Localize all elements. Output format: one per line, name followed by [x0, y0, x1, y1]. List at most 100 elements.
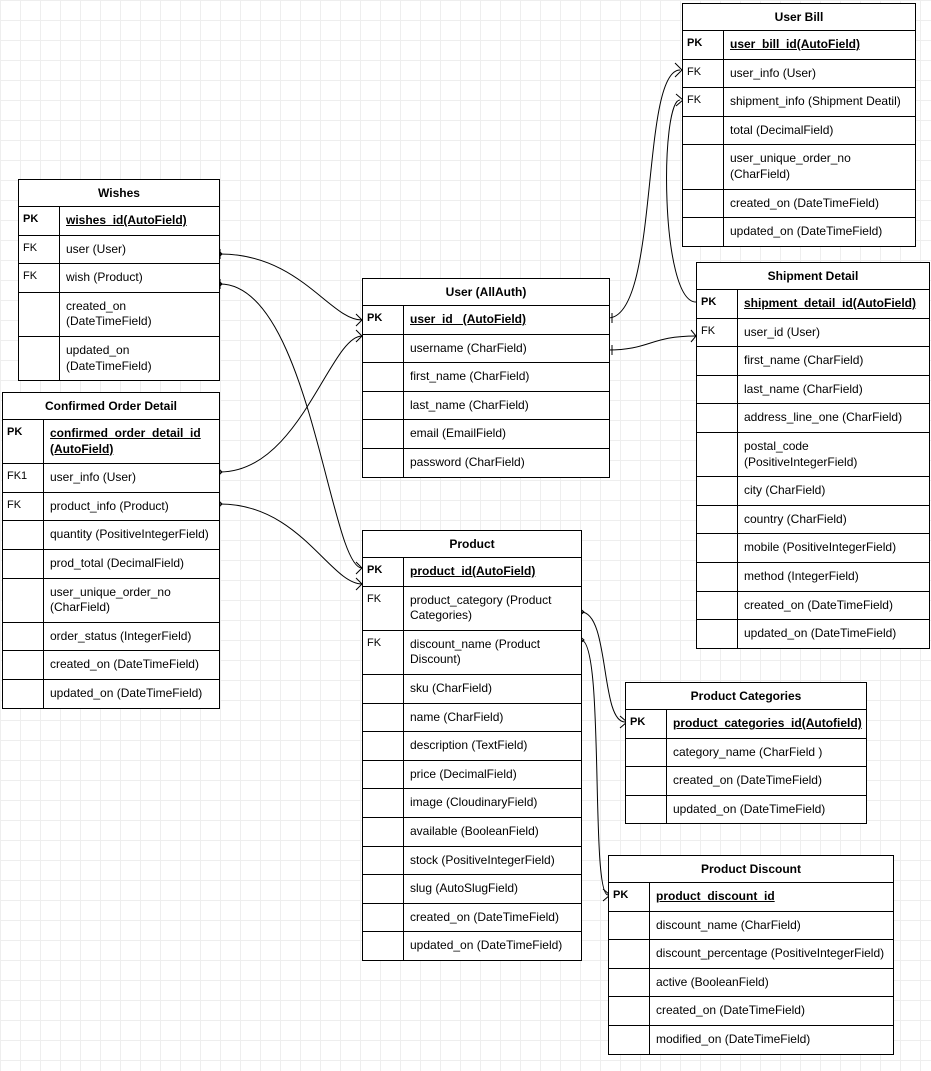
entity-row: created_on (DateTimeField): [3, 651, 219, 680]
key-cell: [363, 732, 404, 760]
entity-confirmed-order-detail: Confirmed Order Detail PKconfirmed_order…: [2, 392, 220, 709]
entity-row: active (BooleanField): [609, 969, 893, 998]
entity-row: updated_on (DateTimeField): [626, 796, 866, 824]
field-cell: user_unique_order_no (CharField): [724, 145, 915, 188]
key-cell: [3, 550, 44, 578]
entity-row: sku (CharField): [363, 675, 581, 704]
field-cell: slug (AutoSlugField): [404, 875, 581, 903]
entity-row: address_line_one (CharField): [697, 404, 929, 433]
entity-row: PKuser_bill_id(AutoField): [683, 31, 915, 60]
key-cell: [697, 620, 738, 648]
field-cell: quantity (PositiveIntegerField): [44, 521, 219, 549]
entity-row: email (EmailField): [363, 420, 609, 449]
field-cell: user_unique_order_no (CharField): [44, 579, 219, 622]
entity-row: updated_on (DateTimeField): [19, 337, 219, 380]
entity-row: total (DecimalField): [683, 117, 915, 146]
entity-row: FKuser_id (User): [697, 319, 929, 348]
key-cell: PK: [363, 306, 404, 334]
field-cell: created_on (DateTimeField): [650, 997, 893, 1025]
field-cell: created_on (DateTimeField): [44, 651, 219, 679]
entity-title: Product: [363, 531, 581, 558]
entity-row: available (BooleanField): [363, 818, 581, 847]
field-cell: prod_total (DecimalField): [44, 550, 219, 578]
entity-row: FKproduct_category (Product Categories): [363, 587, 581, 631]
entity-row: discount_name (CharField): [609, 912, 893, 941]
field-cell: product_categories_id(Autofield): [667, 710, 868, 738]
entity-shipment-detail: Shipment Detail PKshipment_detail_id(Aut…: [696, 262, 930, 649]
field-cell: available (BooleanField): [404, 818, 581, 846]
field-cell: created_on (DateTimeField): [738, 592, 929, 620]
key-cell: [363, 704, 404, 732]
field-cell: email (EmailField): [404, 420, 609, 448]
key-cell: [697, 404, 738, 432]
entity-row: PKconfirmed_order_detail_id (AutoField): [3, 420, 219, 464]
entity-row: order_status (IntegerField): [3, 623, 219, 652]
entity-row: price (DecimalField): [363, 761, 581, 790]
field-cell: name (CharField): [404, 704, 581, 732]
field-cell: wishes_id(AutoField): [60, 207, 219, 235]
field-cell: description (TextField): [404, 732, 581, 760]
field-cell: user_id (User): [738, 319, 929, 347]
entity-row: FKshipment_info (Shipment Deatil): [683, 88, 915, 117]
key-cell: PK: [626, 710, 667, 738]
key-cell: [683, 145, 724, 188]
entity-row: modified_on (DateTimeField): [609, 1026, 893, 1054]
entity-row: created_on (DateTimeField): [683, 190, 915, 219]
entity-row: country (CharField): [697, 506, 929, 535]
field-cell: updated_on (DateTimeField): [404, 932, 581, 960]
key-cell: [626, 767, 667, 795]
field-cell: stock (PositiveIntegerField): [404, 847, 581, 875]
key-cell: [609, 912, 650, 940]
entity-rows: PKproduct_id(AutoField)FKproduct_categor…: [363, 558, 581, 960]
field-cell: image (CloudinaryField): [404, 789, 581, 817]
field-cell: wish (Product): [60, 264, 219, 292]
entity-row: slug (AutoSlugField): [363, 875, 581, 904]
key-cell: FK: [3, 493, 44, 521]
key-cell: [609, 969, 650, 997]
entity-row: FKdiscount_name (Product Discount): [363, 631, 581, 675]
entity-row: FKwish (Product): [19, 264, 219, 293]
key-cell: PK: [609, 883, 650, 911]
field-cell: last_name (CharField): [404, 392, 609, 420]
key-cell: [363, 818, 404, 846]
entity-product: Product PKproduct_id(AutoField)FKproduct…: [362, 530, 582, 961]
field-cell: shipment_detail_id(AutoField): [738, 290, 929, 318]
entity-row: description (TextField): [363, 732, 581, 761]
key-cell: [683, 117, 724, 145]
entity-title: User (AllAuth): [363, 279, 609, 306]
field-cell: updated_on (DateTimeField): [724, 218, 915, 246]
field-cell: price (DecimalField): [404, 761, 581, 789]
key-cell: PK: [683, 31, 724, 59]
entity-row: PKshipment_detail_id(AutoField): [697, 290, 929, 319]
entity-row: updated_on (DateTimeField): [3, 680, 219, 708]
field-cell: sku (CharField): [404, 675, 581, 703]
field-cell: username (CharField): [404, 335, 609, 363]
entity-row: FK1user_info (User): [3, 464, 219, 493]
entity-rows: PKwishes_id(AutoField)FKuser (User)FKwis…: [19, 207, 219, 380]
field-cell: user_id_ (AutoField): [404, 306, 609, 334]
key-cell: PK: [19, 207, 60, 235]
key-cell: [363, 875, 404, 903]
entity-rows: PKproduct_categories_id(Autofield)catego…: [626, 710, 866, 823]
field-cell: created_on (DateTimeField): [404, 904, 581, 932]
key-cell: [363, 392, 404, 420]
key-cell: [609, 1026, 650, 1054]
key-cell: PK: [697, 290, 738, 318]
field-cell: last_name (CharField): [738, 376, 929, 404]
key-cell: [363, 847, 404, 875]
field-cell: updated_on (DateTimeField): [738, 620, 929, 648]
key-cell: [363, 761, 404, 789]
entity-title: Shipment Detail: [697, 263, 929, 290]
entity-rows: PKconfirmed_order_detail_id (AutoField)F…: [3, 420, 219, 708]
field-cell: user_info (User): [724, 60, 915, 88]
entity-row: username (CharField): [363, 335, 609, 364]
key-cell: [3, 521, 44, 549]
key-cell: [626, 739, 667, 767]
field-cell: updated_on (DateTimeField): [667, 796, 866, 824]
field-cell: postal_code (PositiveIntegerField): [738, 433, 929, 476]
key-cell: [626, 796, 667, 824]
entity-row: last_name (CharField): [697, 376, 929, 405]
key-cell: [363, 420, 404, 448]
field-cell: country (CharField): [738, 506, 929, 534]
entity-row: updated_on (DateTimeField): [697, 620, 929, 648]
